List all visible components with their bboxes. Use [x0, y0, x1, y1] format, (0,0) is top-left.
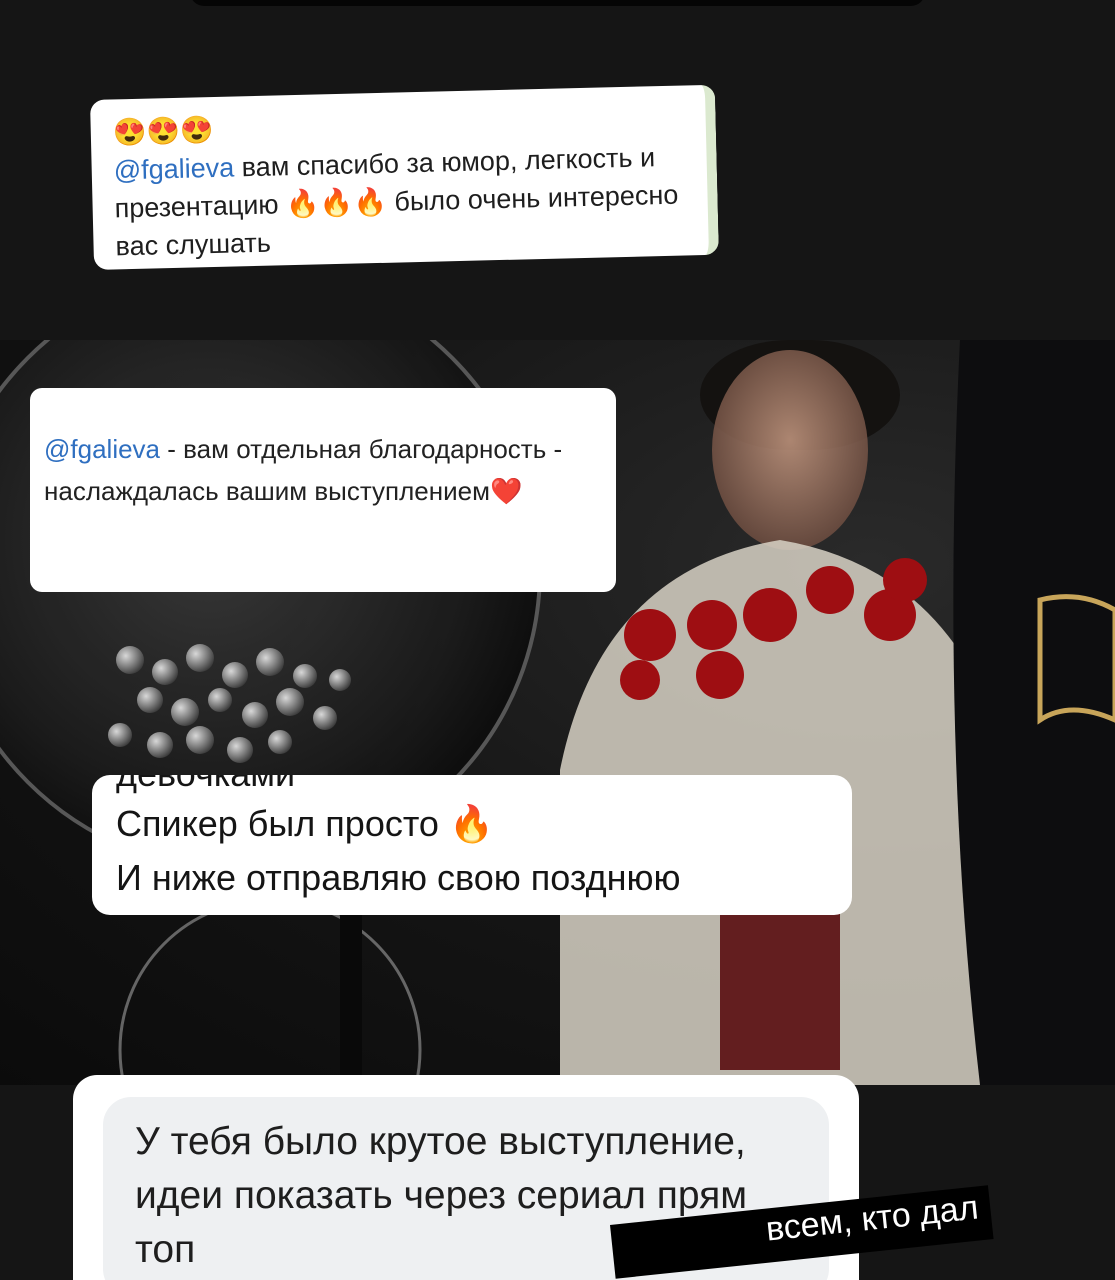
mention-link[interactable]: @fgalieva [44, 434, 160, 464]
mention-link[interactable]: @fgalieva [113, 153, 234, 186]
comment-bubble-3: девочками Спикер был просто 🔥 И ниже отп… [92, 775, 852, 915]
top-bar [190, 0, 925, 6]
comment-line-1: Спикер был просто [116, 803, 449, 844]
comment-line-2: И ниже отправляю свою позднюю [116, 857, 681, 898]
fire-emoji: 🔥🔥🔥 [285, 186, 388, 220]
heart-emoji: ❤️ [489, 476, 523, 506]
story-canvas: 😍😍😍 @fgalieva вам спасибо за юмор, легко… [0, 0, 1115, 1280]
comment-bubble-2: @fgalieva - вам отдельная благодарность … [30, 388, 616, 592]
comment-bubble-1: 😍😍😍 @fgalieva вам спасибо за юмор, легко… [90, 84, 719, 270]
clipped-text: девочками [116, 775, 295, 801]
fire-emoji: 🔥 [448, 803, 494, 844]
